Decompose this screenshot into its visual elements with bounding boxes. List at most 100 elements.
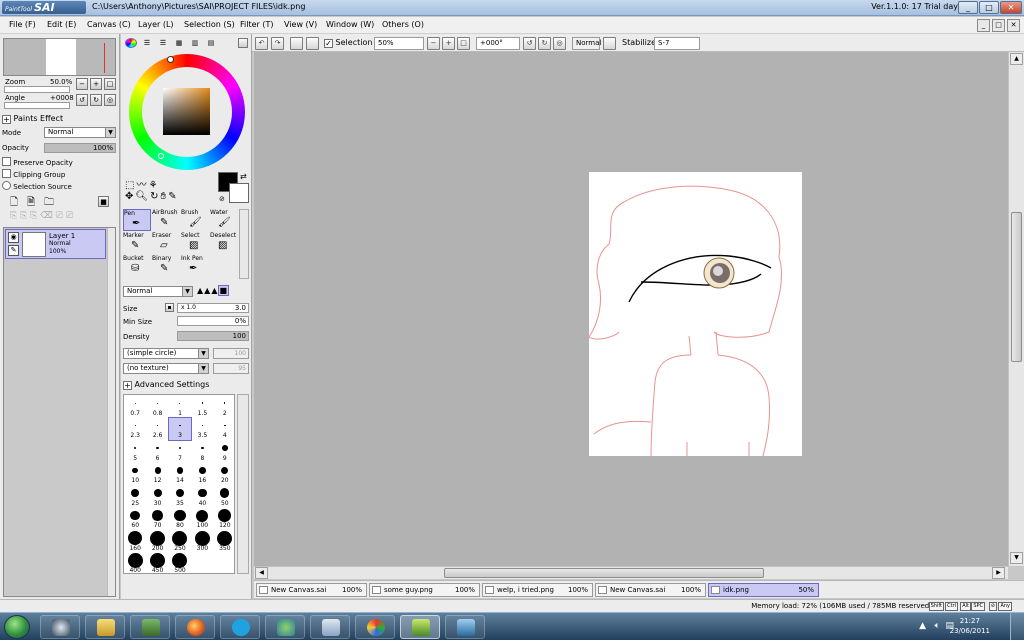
brush-size-preset[interactable]: 8 — [191, 440, 213, 463]
brush-size-preset[interactable]: 2.6 — [146, 418, 168, 441]
taskbar-skype[interactable] — [220, 615, 260, 639]
brush-size-preset[interactable]: 0.8 — [146, 395, 168, 418]
brush-size-preset[interactable]: 250 — [169, 530, 191, 553]
min-size-slider[interactable]: 0% — [177, 316, 249, 326]
document-tab[interactable]: welp, i tried.png 100% — [482, 583, 593, 597]
scroll-right-icon[interactable]: ▶ — [992, 567, 1005, 579]
brush-size-preset[interactable]: 20 — [214, 463, 236, 486]
brush-size-preset[interactable]: 14 — [169, 463, 191, 486]
redo-button[interactable]: ↷ — [271, 37, 284, 50]
mdi-close-button[interactable]: ✕ — [1007, 19, 1020, 32]
taskbar-photo-viewer[interactable] — [445, 615, 485, 639]
taskbar-app[interactable] — [310, 615, 350, 639]
swatches-tab[interactable]: ▥ — [189, 38, 201, 48]
brush-size-preset[interactable]: 50 — [214, 485, 236, 508]
selection-source-checkbox[interactable] — [2, 181, 11, 190]
tool-airbrush[interactable]: AirBrush ✎ — [152, 209, 180, 231]
show-desktop-button[interactable] — [1010, 613, 1024, 640]
tool-eraser[interactable]: Eraser ▱ — [152, 232, 180, 254]
brush-size-preset[interactable]: 10 — [124, 463, 146, 486]
brush-texture-select[interactable]: (no texture) ▼ — [123, 363, 209, 374]
canvas-vertical-scrollbar[interactable]: ▲ ▼ — [1008, 52, 1024, 566]
horizontal-scroll-thumb[interactable] — [444, 568, 764, 578]
brush-size-preset[interactable]: 1 — [169, 395, 191, 418]
selection-source-option[interactable]: Selection Source — [2, 181, 72, 191]
view-blend-select[interactable]: Normal — [572, 37, 601, 50]
brush-size-preset[interactable]: 9 — [214, 440, 236, 463]
reset-rotation-button[interactable]: ◎ — [553, 37, 566, 50]
brush-size-preset[interactable]: 16 — [191, 463, 213, 486]
lasso-icon[interactable]: 〰 — [136, 180, 148, 191]
saturation-value-square[interactable] — [163, 88, 210, 135]
brush-size-preset[interactable]: 0.7 — [124, 395, 146, 418]
new-folder-button[interactable]: 🗀 — [44, 195, 54, 212]
menu-file[interactable]: File (F) — [9, 20, 36, 29]
taskbar-firefox[interactable] — [175, 615, 215, 639]
tool-water[interactable]: Water 🖌︎ — [210, 209, 238, 231]
eye-icon[interactable]: ◉ — [8, 232, 19, 243]
maximize-button[interactable]: □ — [979, 1, 999, 14]
brush-size-preset[interactable]: 100 — [191, 508, 213, 531]
layer-mask-button[interactable]: ■ — [98, 196, 109, 207]
document-tab[interactable]: New Canvas.sai 100% — [256, 583, 367, 597]
taskbar-paint-tool-sai[interactable] — [400, 615, 440, 639]
size-slider[interactable]: x 1.0 3.0 — [177, 303, 249, 313]
layer-row[interactable]: ◉ ✎ Layer 1 Normal 100% — [5, 229, 106, 259]
background-color-swatch[interactable] — [229, 183, 249, 203]
brush-size-preset[interactable]: 500 — [169, 553, 191, 576]
brush-size-preset[interactable]: 3 — [167, 416, 193, 441]
mdi-maximize-button[interactable]: □ — [992, 19, 1005, 32]
brush-size-preset[interactable]: 3.5 — [191, 418, 213, 441]
stabilizer-select[interactable]: S-7 — [654, 37, 700, 50]
brush-size-preset[interactable]: 35 — [169, 485, 191, 508]
brush-size-preset[interactable]: 400 — [124, 553, 146, 576]
flip-view-button[interactable] — [603, 37, 616, 50]
brush-size-preset[interactable]: 7 — [169, 440, 191, 463]
pencil-icon[interactable]: ✎ — [8, 245, 19, 256]
mdi-minimize-button[interactable]: _ — [977, 19, 990, 32]
scratchpad-tab[interactable]: ▤ — [205, 38, 217, 48]
magic-wand-icon[interactable]: ⚘ — [148, 180, 159, 191]
brush-size-preset[interactable]: 12 — [146, 463, 168, 486]
zoom-out-small-button[interactable]: − — [76, 78, 88, 90]
move-icon[interactable]: ✥ — [125, 191, 135, 202]
document-tab[interactable]: some guy.png 100% — [369, 583, 480, 597]
taskbar-steam[interactable] — [40, 615, 80, 639]
taskbar-messenger[interactable] — [265, 615, 305, 639]
hsv-slider-tab[interactable]: ☰ — [157, 38, 169, 48]
tool-deselect[interactable]: Deselect ▨ — [210, 232, 238, 254]
color-wheel[interactable] — [129, 54, 245, 170]
paints-effect-header[interactable]: + Paints Effect — [2, 114, 63, 124]
brush-size-preset[interactable]: 200 — [146, 530, 168, 553]
brush-size-preset[interactable]: 70 — [146, 508, 168, 531]
invert-selection-button[interactable] — [306, 37, 319, 50]
tool-pen[interactable]: Pen ✒ — [123, 209, 151, 231]
layer-list-scrollbar[interactable] — [107, 228, 115, 596]
panel-collapse-button[interactable] — [238, 38, 248, 48]
taskbar-game[interactable] — [130, 615, 170, 639]
zoom-reset-small-button[interactable]: □ — [104, 78, 116, 90]
deselect-tool-button[interactable] — [290, 37, 303, 50]
brush-size-preset[interactable]: 80 — [169, 508, 191, 531]
brush-size-preset[interactable]: 1.5 — [191, 395, 213, 418]
undo-button[interactable]: ↶ — [255, 37, 268, 50]
zoom-fit-button[interactable]: □ — [457, 37, 470, 50]
sv-marker[interactable] — [158, 153, 164, 159]
size-multiplier-icon[interactable]: ▪ — [165, 303, 174, 312]
menu-view[interactable]: View (V) — [284, 20, 317, 29]
brush-size-preset[interactable]: 6 — [146, 440, 168, 463]
hue-marker[interactable] — [167, 56, 174, 63]
zoom-slider[interactable] — [4, 86, 70, 93]
brush-shape-amount[interactable]: 100 — [213, 348, 249, 359]
brush-size-scrollbar[interactable] — [237, 394, 249, 574]
zoom-out-button[interactable]: − — [427, 37, 440, 50]
menu-layer[interactable]: Layer (L) — [138, 20, 174, 29]
brush-blend-select[interactable]: Normal ▼ — [123, 286, 193, 297]
rotate-right-button[interactable]: ↻ — [538, 37, 551, 50]
brush-size-preset[interactable]: 5 — [124, 440, 146, 463]
color-wheel-tab[interactable] — [125, 38, 137, 48]
swap-colors-icon[interactable]: ⇄ — [240, 172, 247, 181]
brush-size-preset[interactable]: 60 — [124, 508, 146, 531]
brush-size-preset[interactable]: 40 — [191, 485, 213, 508]
new-linework-layer-button[interactable]: 🗎 — [27, 195, 35, 212]
